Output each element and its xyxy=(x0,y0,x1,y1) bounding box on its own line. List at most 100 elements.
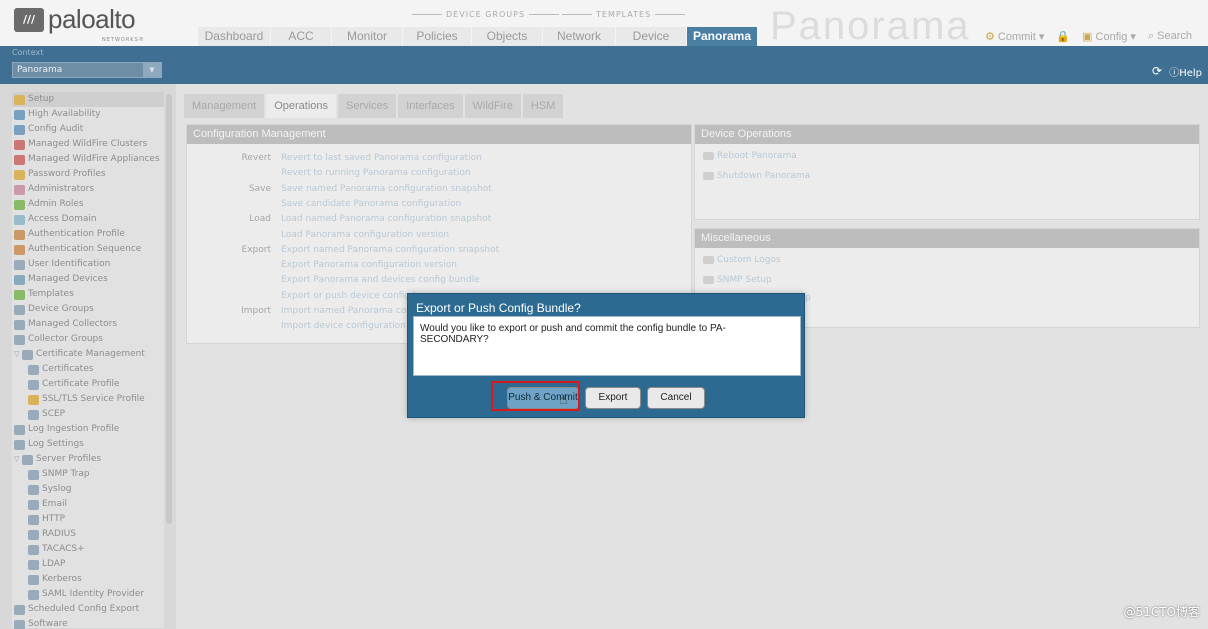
sidebar-item[interactable]: Collector Groups xyxy=(12,332,164,347)
sidebar-item[interactable]: Templates xyxy=(12,287,164,302)
sidebar-item[interactable]: TACACS+ xyxy=(12,542,164,557)
sidebar-item[interactable]: HTTP xyxy=(12,512,164,527)
tab-device[interactable]: Device xyxy=(616,27,686,46)
sidebar-item-label: Managed WildFire Appliances xyxy=(28,154,160,164)
lock-icon[interactable]: 🔒 xyxy=(1056,30,1070,43)
sidebar-item[interactable]: High Availability xyxy=(12,107,164,122)
sidebar-item[interactable]: Log Ingestion Profile xyxy=(12,422,164,437)
sidebar-item[interactable]: Managed Devices xyxy=(12,272,164,287)
sidebar-item[interactable]: Setup xyxy=(12,92,164,107)
subtab-management[interactable]: Management xyxy=(184,94,265,118)
sidebar-item[interactable]: Managed Collectors xyxy=(12,317,164,332)
reboot-panorama-link[interactable]: Reboot Panorama xyxy=(703,151,797,161)
sidebar-item-label: LDAP xyxy=(42,559,66,569)
tab-policies[interactable]: Policies xyxy=(403,27,471,46)
subtab-hsm[interactable]: HSM xyxy=(522,94,564,118)
sidebar-item[interactable]: Software xyxy=(12,617,164,629)
sidebar-item[interactable]: Access Domain xyxy=(12,212,164,227)
config-row-label: Save xyxy=(248,183,271,194)
sidebar-item-label: Certificates xyxy=(42,364,94,374)
sidebar-item[interactable]: ▽ Certificate Management xyxy=(12,347,164,362)
tab-monitor[interactable]: Monitor xyxy=(332,27,402,46)
sidebar-item[interactable]: LDAP xyxy=(12,557,164,572)
config-row-link[interactable]: Export or push device config bu xyxy=(281,289,424,303)
sidebar-item-label: Managed Collectors xyxy=(28,319,118,329)
snmp-setup-link[interactable]: SNMP Setup xyxy=(703,275,772,285)
sidebar-item[interactable]: Scheduled Config Export xyxy=(12,602,164,617)
sidebar-item-label: Syslog xyxy=(42,484,72,494)
sidebar-item[interactable]: Syslog xyxy=(12,482,164,497)
sidebar-item[interactable]: Password Profiles xyxy=(12,167,164,182)
sidebar-item[interactable]: Config Audit xyxy=(12,122,164,137)
refresh-icon[interactable]: ⟳ xyxy=(1152,65,1164,77)
sidebar-item[interactable]: Certificates xyxy=(12,362,164,377)
reboot-icon xyxy=(703,151,714,160)
config-row-link[interactable]: Export named Panorama configuration snap… xyxy=(281,243,499,257)
sidebar-item-label: Log Ingestion Profile xyxy=(28,424,120,434)
export-button[interactable]: Export xyxy=(585,387,641,409)
sidebar-item-icon xyxy=(28,499,39,510)
sidebar-scrollbar[interactable] xyxy=(166,94,172,524)
sidebar-item[interactable]: Email xyxy=(12,497,164,512)
sidebar-item[interactable]: Kerberos xyxy=(12,572,164,587)
config-row-link[interactable]: Revert to running Panorama configuration xyxy=(281,166,471,180)
config-row: Save candidate Panorama configuration xyxy=(187,197,687,211)
device-groups-label: DEVICE GROUPS xyxy=(408,10,563,19)
sidebar-item[interactable]: Device Groups xyxy=(12,302,164,317)
custom-logos-link[interactable]: Custom Logos xyxy=(703,255,781,265)
subtab-services[interactable]: Services xyxy=(338,94,397,118)
context-bar: Context Panorama ▼ ⟳ ⓘHelp xyxy=(0,46,1208,84)
sidebar-item-icon xyxy=(14,319,25,330)
tab-objects[interactable]: Objects xyxy=(472,27,542,46)
sidebar-item[interactable]: Admin Roles xyxy=(12,197,164,212)
sidebar-item[interactable]: Log Settings xyxy=(12,437,164,452)
sidebar-tree: Setup High Availability Config Audit Manage… xyxy=(12,92,164,629)
config-row: Load Panorama configuration version xyxy=(187,228,687,242)
shutdown-panorama-link[interactable]: Shutdown Panorama xyxy=(703,171,810,181)
config-row-link[interactable]: Save named Panorama configuration snapsh… xyxy=(281,182,492,196)
sidebar-item[interactable]: Authentication Sequence xyxy=(12,242,164,257)
config-row-link[interactable]: Load named Panorama configuration snapsh… xyxy=(281,212,491,226)
subtab-wildfire[interactable]: WildFire xyxy=(464,94,521,118)
config-row-link[interactable]: Export Panorama configuration version xyxy=(281,258,457,272)
sidebar-item[interactable]: RADIUS xyxy=(12,527,164,542)
sidebar-item[interactable]: SCEP xyxy=(12,407,164,422)
config-row-link[interactable]: Revert to last saved Panorama configurat… xyxy=(281,151,482,165)
sidebar-item[interactable]: User Identification xyxy=(12,257,164,272)
commit-menu[interactable]: ⚙ Commit ▾ xyxy=(985,30,1044,43)
subtab-operations[interactable]: Operations xyxy=(266,94,337,118)
sidebar-item-icon xyxy=(14,604,25,615)
cancel-button[interactable]: Cancel xyxy=(647,387,705,409)
sidebar-item[interactable]: Managed WildFire Clusters xyxy=(12,137,164,152)
tab-network[interactable]: Network xyxy=(543,27,615,46)
config-row-link[interactable]: Export Panorama and devices config bundl… xyxy=(281,273,480,287)
custom-logos-label: Custom Logos xyxy=(717,255,781,265)
expand-icon[interactable]: ▽ xyxy=(14,452,22,467)
sidebar-item[interactable]: SNMP Trap xyxy=(12,467,164,482)
reboot-label: Reboot Panorama xyxy=(717,151,797,161)
search-link[interactable]: ⌕ Search xyxy=(1148,30,1192,43)
config-row-link[interactable]: Import named Panorama config xyxy=(281,304,423,318)
expand-icon[interactable]: ▽ xyxy=(14,347,22,362)
tab-acc[interactable]: ACC xyxy=(271,27,331,46)
config-row-label: Export xyxy=(241,244,271,255)
sidebar-item-label: Authentication Profile xyxy=(28,229,125,239)
sidebar-item[interactable]: Authentication Profile xyxy=(12,227,164,242)
tab-dashboard[interactable]: Dashboard xyxy=(198,27,270,46)
misc-partial-link[interactable]: p xyxy=(805,293,811,303)
sidebar-item[interactable]: ▽ Server Profiles xyxy=(12,452,164,467)
sidebar-item[interactable]: Managed WildFire Appliances xyxy=(12,152,164,167)
help-link[interactable]: ⓘHelp xyxy=(1169,64,1202,79)
context-select[interactable]: Panorama ▼ xyxy=(12,62,162,78)
config-row-link[interactable]: Load Panorama configuration version xyxy=(281,228,449,242)
config-menu[interactable]: ▣ Config ▾ xyxy=(1082,30,1136,43)
subtab-interfaces[interactable]: Interfaces xyxy=(398,94,463,118)
config-row-link[interactable]: Save candidate Panorama configuration xyxy=(281,197,461,211)
tab-panorama[interactable]: Panorama xyxy=(687,27,757,46)
sidebar-item-icon xyxy=(28,529,39,540)
sidebar-item[interactable]: Administrators xyxy=(12,182,164,197)
config-row-link[interactable]: Import device configuration to xyxy=(281,319,418,333)
sidebar-item[interactable]: SSL/TLS Service Profile xyxy=(12,392,164,407)
sidebar-item[interactable]: Certificate Profile xyxy=(12,377,164,392)
sidebar-item[interactable]: SAML Identity Provider xyxy=(12,587,164,602)
